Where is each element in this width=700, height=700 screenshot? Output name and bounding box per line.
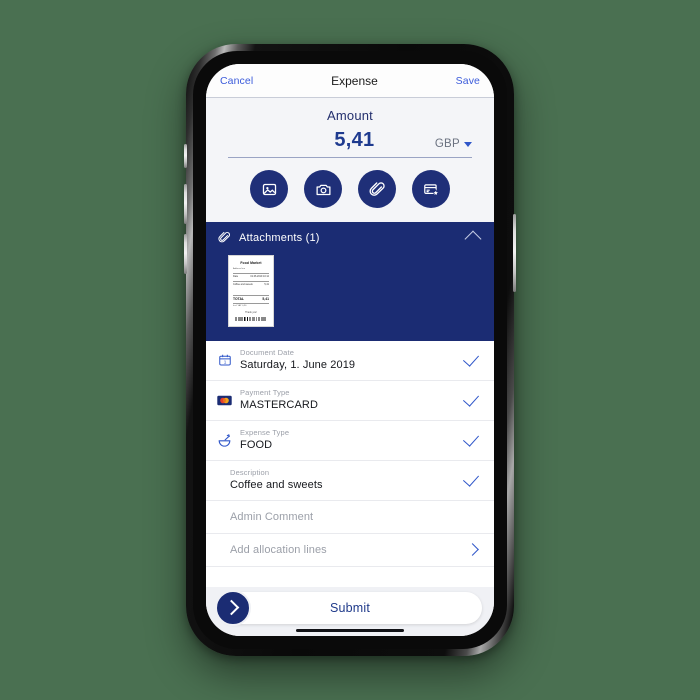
attachments-body: Food Market Address line Date 01.06.2019… xyxy=(206,253,494,341)
receipt-divider xyxy=(233,273,269,274)
receipt-meta-value: 01.06.2019 10:12 xyxy=(250,275,269,278)
camera-icon xyxy=(315,184,331,195)
card-star-icon xyxy=(423,183,439,196)
attach-file-button[interactable] xyxy=(358,170,396,208)
phone-device-frame: Cancel Expense Save Amount 5,41 GBP Atta… xyxy=(184,44,516,656)
submit-bar: Submit xyxy=(206,586,494,636)
row-document-date[interactable]: 1 Document Date Saturday, 1. June 2019 xyxy=(206,341,494,381)
receipt-meta-label: Date xyxy=(233,275,239,278)
receipt-divider xyxy=(233,280,269,281)
ringer-switch[interactable] xyxy=(184,144,187,168)
currency-code: GBP xyxy=(434,138,460,150)
image-gallery-icon xyxy=(262,183,276,195)
submit-button[interactable]: Submit xyxy=(215,589,482,626)
field-placeholder: Admin Comment xyxy=(230,510,314,523)
attachment-actions xyxy=(206,158,494,222)
paperclip-icon xyxy=(218,232,230,243)
receipt-thanks: Thank you! xyxy=(245,311,257,314)
caret-down-icon xyxy=(464,141,472,147)
amount-panel: Amount 5,41 GBP xyxy=(206,98,494,158)
row-text: Admin Comment xyxy=(230,511,480,523)
row-expense-type[interactable]: Expense Type FOOD xyxy=(206,421,494,461)
screenshot-stage: Cancel Expense Save Amount 5,41 GBP Atta… xyxy=(0,0,700,700)
receipt-divider xyxy=(233,302,269,303)
row-text: Expense Type FOOD xyxy=(240,428,464,453)
attachments-title: Attachments (1) xyxy=(239,231,320,244)
check-icon xyxy=(462,350,480,368)
amount-input[interactable]: 5,41 xyxy=(228,129,435,152)
card-scan-button[interactable] xyxy=(412,170,450,208)
phone-screen: Cancel Expense Save Amount 5,41 GBP Atta… xyxy=(206,64,494,636)
mastercard-icon xyxy=(216,395,233,406)
row-payment-type[interactable]: Payment Type MASTERCARD xyxy=(206,381,494,421)
receipt-divider xyxy=(233,295,269,296)
receipt-total-label: TOTAL xyxy=(233,297,244,301)
chevron-right-circle-icon xyxy=(215,589,251,626)
attachments-section: Attachments (1) Food Market Address line… xyxy=(206,222,494,341)
chevron-right-icon xyxy=(466,543,479,557)
navigation-bar: Cancel Expense Save xyxy=(206,64,494,98)
row-add-allocation-lines[interactable]: Add allocation lines xyxy=(206,534,494,567)
save-button[interactable]: Save xyxy=(456,75,480,87)
receipt-address: Address line xyxy=(233,268,246,270)
chevron-right-icon xyxy=(223,599,240,616)
field-value: Saturday, 1. June 2019 xyxy=(240,359,356,372)
volume-down-button[interactable] xyxy=(184,234,187,274)
receipt-item-name: Coffee and sweets xyxy=(233,282,253,286)
row-text: Description Coffee and sweets xyxy=(230,468,464,493)
cancel-button[interactable]: Cancel xyxy=(220,75,253,87)
field-placeholder: Add allocation lines xyxy=(230,543,327,556)
field-label: Payment Type xyxy=(240,387,290,397)
power-button[interactable] xyxy=(513,214,516,292)
row-description[interactable]: Description Coffee and sweets xyxy=(206,461,494,501)
receipt-store-name: Food Market xyxy=(240,261,262,265)
receipt-total-line: TOTAL 5,41 xyxy=(233,297,269,301)
receipt-item-price: 5,41 xyxy=(264,282,269,286)
home-indicator[interactable] xyxy=(296,628,404,632)
field-value: MASTERCARD xyxy=(240,399,319,412)
receipt-total-value: 5,41 xyxy=(262,297,269,301)
currency-selector[interactable]: GBP xyxy=(435,138,472,152)
receipt-meta-line: Date 01.06.2019 10:12 xyxy=(233,275,269,278)
attachments-header[interactable]: Attachments (1) xyxy=(206,222,494,253)
row-text: Payment Type MASTERCARD xyxy=(240,388,464,413)
amount-label: Amount xyxy=(326,108,373,123)
field-value: FOOD xyxy=(240,439,273,452)
page-title: Expense xyxy=(331,73,378,88)
food-bowl-icon xyxy=(216,433,233,448)
field-value: Coffee and sweets xyxy=(230,479,323,492)
row-admin-comment[interactable]: Admin Comment xyxy=(206,501,494,534)
paperclip-icon xyxy=(369,181,385,196)
row-text: Add allocation lines xyxy=(230,544,468,556)
barcode-icon xyxy=(235,317,267,321)
field-label: Expense Type xyxy=(240,427,290,437)
calendar-icon: 1 xyxy=(216,353,233,367)
receipt-tax-note: Incl. VAT 0,90 xyxy=(233,304,247,307)
check-icon xyxy=(462,390,480,408)
receipt-item-line: Coffee and sweets 5,41 xyxy=(233,283,269,286)
submit-label: Submit xyxy=(329,600,371,615)
receipt-thumbnail[interactable]: Food Market Address line Date 01.06.2019… xyxy=(228,255,274,327)
check-icon xyxy=(462,430,480,448)
volume-up-button[interactable] xyxy=(184,184,187,224)
gallery-button[interactable] xyxy=(250,170,288,208)
svg-text:1: 1 xyxy=(223,360,226,365)
camera-button[interactable] xyxy=(304,170,342,208)
row-text: Document Date Saturday, 1. June 2019 xyxy=(240,348,464,373)
receipt-spacer xyxy=(233,287,269,294)
field-label: Document Date xyxy=(240,348,295,357)
chevron-up-icon[interactable] xyxy=(464,230,482,248)
amount-row: 5,41 GBP xyxy=(206,129,494,152)
check-icon xyxy=(462,470,480,488)
expense-fields-list: 1 Document Date Saturday, 1. June 2019 P… xyxy=(206,341,494,587)
field-label: Description xyxy=(230,467,270,477)
